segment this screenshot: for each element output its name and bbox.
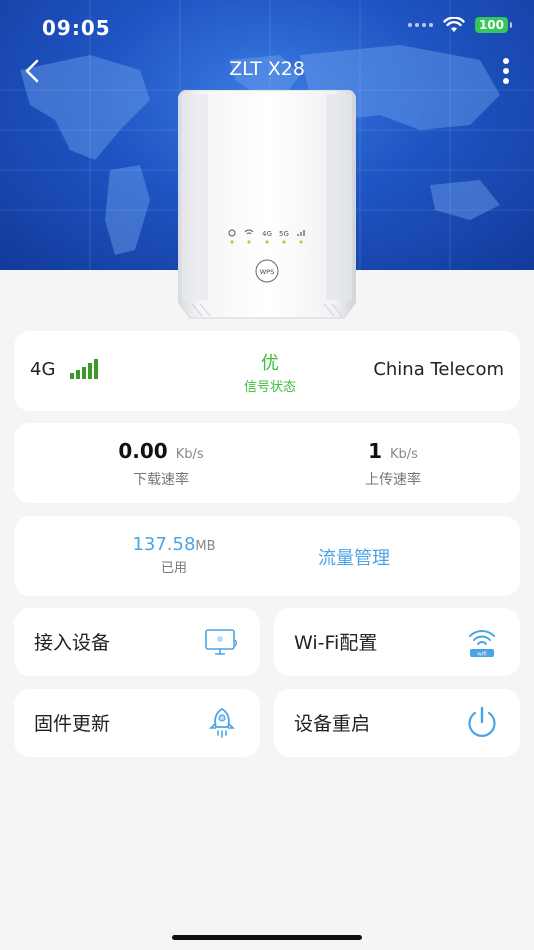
download-speed-label: 下载速率 bbox=[133, 472, 189, 488]
data-usage-card: 137.58MB 已用 流量管理 bbox=[14, 516, 520, 596]
signal-card: 4G 优 信号状态 China Telecom bbox=[14, 331, 520, 411]
firmware-update-label: 固件更新 bbox=[34, 713, 111, 735]
rocket-icon bbox=[209, 707, 235, 738]
download-speed: 0.00 Kb/s 下载速率 bbox=[61, 439, 261, 489]
upload-speed-unit: Kb/s bbox=[389, 447, 418, 462]
wifi-icon-text: wifi bbox=[477, 652, 487, 658]
wps-button-label: WPS bbox=[260, 268, 274, 276]
upload-speed-label: 上传速率 bbox=[365, 472, 421, 488]
device-reboot-button[interactable]: 设备重启 bbox=[274, 689, 520, 757]
status-indicators: 100 bbox=[407, 17, 513, 33]
data-used-value: 137.58 bbox=[132, 534, 196, 555]
network-type: 4G bbox=[30, 359, 56, 380]
carrier-name: China Telecom bbox=[373, 359, 504, 380]
data-used-unit: MB bbox=[195, 539, 216, 554]
monitor-icon bbox=[205, 629, 237, 655]
home-indicator bbox=[172, 935, 362, 940]
wifi-config-label: Wi-Fi配置 bbox=[294, 632, 378, 654]
data-used-label: 已用 bbox=[160, 561, 187, 576]
page-title: ZLT X28 bbox=[229, 58, 305, 80]
wifi-config-button[interactable]: Wi-Fi配置 wifi bbox=[274, 608, 520, 676]
led-label-5g: 5G bbox=[279, 230, 289, 238]
more-options-icon[interactable] bbox=[496, 56, 516, 86]
data-used: 137.58MB 已用 bbox=[74, 534, 274, 576]
traffic-management-button[interactable]: 流量管理 bbox=[318, 544, 390, 570]
firmware-update-button[interactable]: 固件更新 bbox=[14, 689, 260, 757]
download-speed-unit: Kb/s bbox=[175, 447, 204, 462]
upload-speed-value: 1 bbox=[368, 439, 382, 463]
speed-card: 0.00 Kb/s 下载速率 1 Kb/s 上传速率 bbox=[14, 423, 520, 503]
status-time: 09:05 bbox=[42, 16, 111, 40]
wifi-status-icon bbox=[443, 17, 465, 32]
cellular-dots-icon bbox=[407, 23, 433, 27]
connected-devices-label: 接入设备 bbox=[34, 632, 111, 654]
device-reboot-label: 设备重启 bbox=[294, 713, 371, 735]
connected-devices-button[interactable]: 接入设备 bbox=[14, 608, 260, 676]
download-speed-value: 0.00 bbox=[118, 439, 168, 463]
wifi-config-icon: wifi bbox=[469, 630, 495, 658]
battery-indicator: 100 bbox=[474, 17, 513, 33]
upload-speed: 1 Kb/s 上传速率 bbox=[293, 439, 493, 489]
router-device-image: 4G 5G WPS bbox=[178, 90, 356, 319]
power-icon bbox=[468, 706, 496, 737]
status-bar: 09:05 100 bbox=[0, 0, 534, 56]
led-label-4g: 4G bbox=[262, 230, 272, 238]
